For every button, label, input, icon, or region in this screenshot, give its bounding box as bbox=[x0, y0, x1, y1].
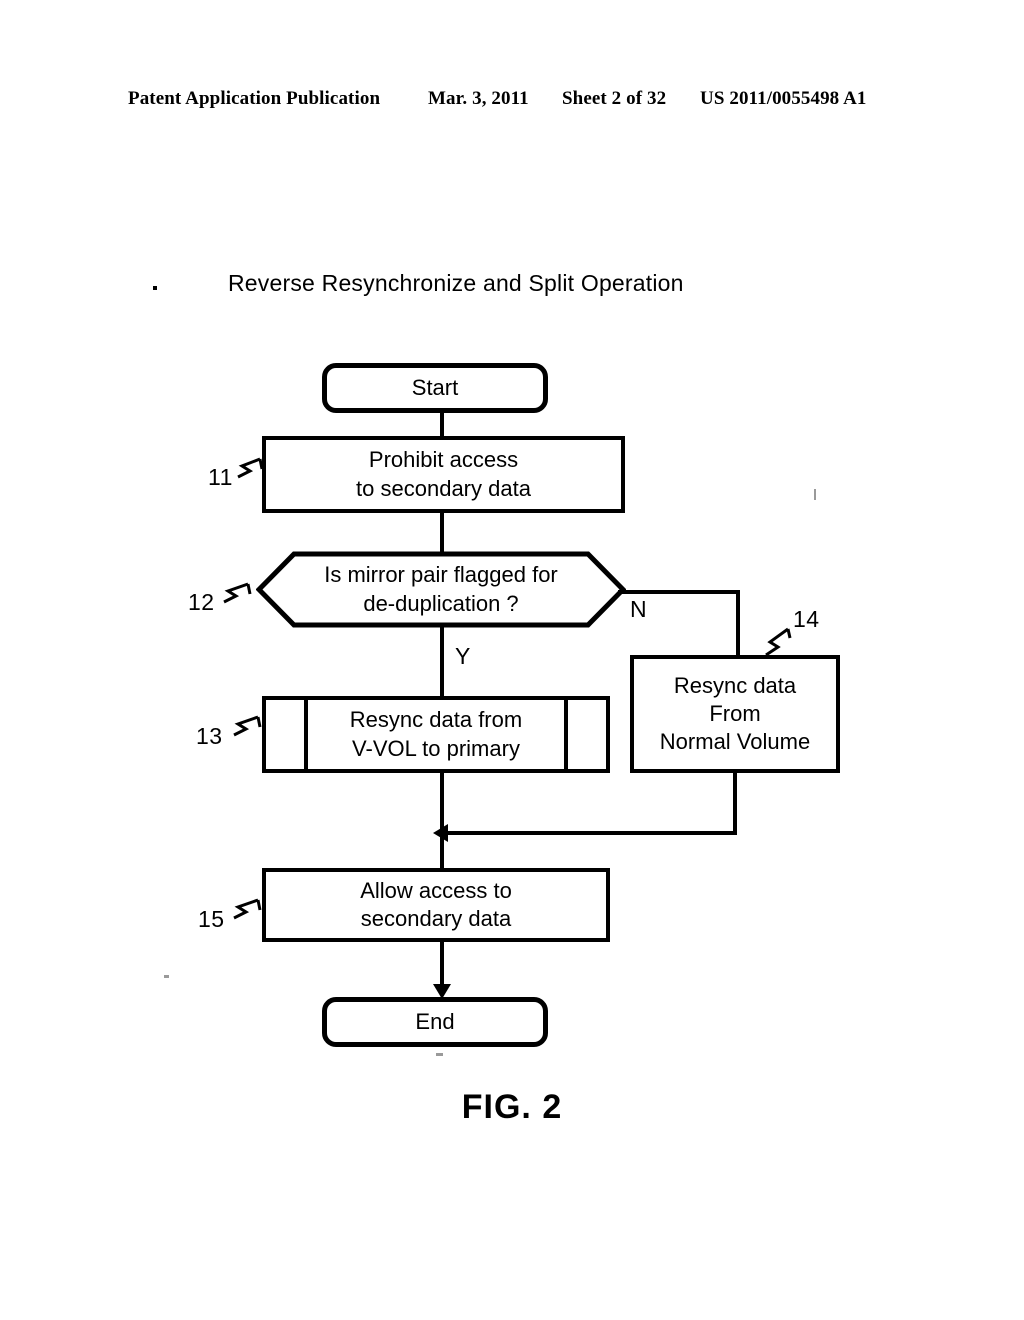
reference-numeral-12: 12 bbox=[188, 589, 215, 615]
figure-caption: FIG. 2 bbox=[461, 1088, 563, 1126]
flow-node-start[interactable]: Start bbox=[322, 363, 548, 413]
branch-label-no: N bbox=[630, 596, 647, 622]
connector-step11-to-step12 bbox=[440, 511, 444, 553]
flow-node-step12-label: Is mirror pair flagged for de-duplicatio… bbox=[324, 561, 558, 616]
flow-node-step14[interactable]: Resync data From Normal Volume bbox=[630, 655, 840, 773]
connector-step12-no-horizontal bbox=[618, 590, 740, 594]
connector-step14-to-merge bbox=[448, 831, 737, 835]
connector-step15-to-end bbox=[440, 940, 444, 988]
stray-tick-mark-bottom bbox=[436, 1053, 443, 1056]
flow-node-step15-label: Allow access to secondary data bbox=[360, 877, 512, 931]
merge-arrowhead bbox=[433, 824, 448, 842]
flow-node-step12[interactable]: Is mirror pair flagged for de-duplicatio… bbox=[256, 551, 626, 628]
leader-line-11 bbox=[236, 455, 270, 481]
page-header: Patent Application Publication Mar. 3, 2… bbox=[0, 88, 1024, 114]
flow-node-step11[interactable]: Prohibit access to secondary data bbox=[262, 436, 625, 513]
leader-line-12 bbox=[222, 580, 258, 606]
header-patent-number: US 2011/0055498 A1 bbox=[700, 88, 867, 109]
flow-node-start-label: Start bbox=[411, 374, 459, 400]
reference-numeral-15: 15 bbox=[198, 906, 225, 932]
header-publication: Patent Application Publication bbox=[128, 88, 381, 109]
reference-numeral-11: 11 bbox=[208, 464, 233, 490]
reference-numeral-14: 14 bbox=[793, 606, 820, 632]
connector-step14-down bbox=[733, 771, 737, 833]
stray-dot-mark bbox=[153, 286, 157, 290]
stray-tick-mark-right bbox=[814, 489, 816, 500]
connector-step12-no-vertical bbox=[736, 590, 740, 656]
header-sheet: Sheet 2 of 32 bbox=[562, 88, 667, 109]
connector-step13-to-merge bbox=[440, 771, 444, 871]
flow-node-step14-label: Resync data From Normal Volume bbox=[659, 672, 811, 755]
figure-title: Reverse Resynchronize and Split Operatio… bbox=[228, 270, 684, 296]
flow-node-end[interactable]: End bbox=[322, 997, 548, 1047]
flow-node-end-label: End bbox=[415, 1008, 455, 1034]
leader-line-14 bbox=[762, 625, 796, 657]
connector-step12-to-step13 bbox=[440, 626, 444, 698]
branch-label-yes: Y bbox=[455, 643, 471, 669]
flow-node-step13[interactable]: Resync data from V-VOL to primary bbox=[262, 696, 610, 773]
flow-node-step15[interactable]: Allow access to secondary data bbox=[262, 868, 610, 942]
subroutine-bar-left bbox=[304, 700, 308, 769]
stray-tick-mark-left bbox=[164, 975, 169, 978]
subroutine-bar-right bbox=[564, 700, 568, 769]
connector-start-to-step11 bbox=[440, 411, 444, 438]
header-date: Mar. 3, 2011 bbox=[428, 88, 529, 109]
leader-line-13 bbox=[232, 713, 266, 739]
flow-node-step11-label: Prohibit access to secondary data bbox=[356, 447, 531, 501]
leader-line-15 bbox=[232, 896, 266, 922]
flow-node-step13-label: Resync data from V-VOL to primary bbox=[349, 707, 523, 761]
reference-numeral-13: 13 bbox=[196, 723, 223, 749]
